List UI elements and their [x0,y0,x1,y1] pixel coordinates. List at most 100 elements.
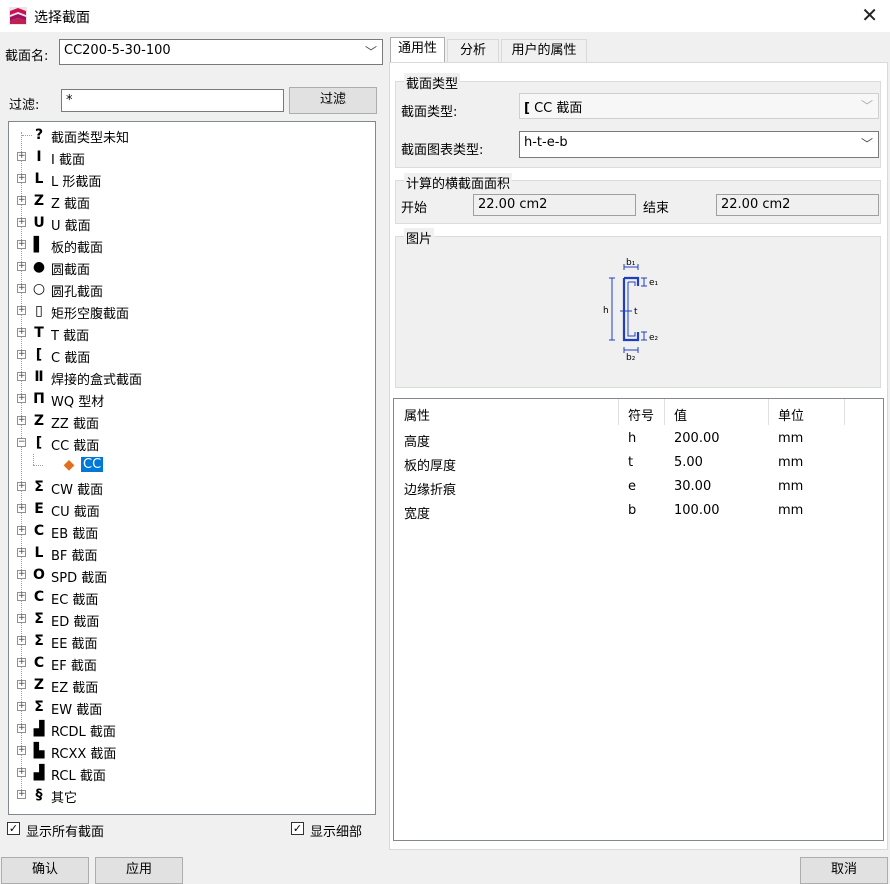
expand-icon[interactable]: + [17,636,26,645]
show-detail-label: 显示细部 [310,825,363,840]
tree-item[interactable]: + Ⅱ 焊接的盒式截面 [9,366,375,388]
tree-item[interactable]: + ● 圆截面 [9,256,375,278]
expand-icon[interactable]: + [17,284,26,293]
tree-item-label: EB 截面 [51,527,99,542]
tree-item[interactable]: + U U 截面 [9,212,375,234]
tree-item[interactable]: + ▟ RCL 截面 [9,762,375,784]
tree-item[interactable]: + Σ CW 截面 [9,476,375,498]
expand-icon[interactable]: + [17,218,26,227]
table-row[interactable]: 宽度 b 100.00 mm [394,499,883,523]
eb-section-icon: C [33,523,45,539]
expand-icon[interactable]: + [17,592,26,601]
table-row[interactable]: 边缘折痕 e 30.00 mm [394,475,883,499]
filter-button[interactable]: 过滤 [289,87,377,114]
tree-item-label: 截面类型未知 [51,131,130,146]
table-row[interactable]: 板的厚度 t 5.00 mm [394,451,883,475]
tree-item[interactable]: + C EB 截面 [9,520,375,542]
expand-icon[interactable]: + [17,768,26,777]
show-all-checkbox[interactable]: ✓ [7,822,20,835]
property-name: 宽度 [404,507,431,522]
tree-item[interactable]: + L BF 截面 [9,542,375,564]
properties-list[interactable]: 属性 符号 值 单位 高度 h 200.00 mm 板的厚度 t 5.00 mm 边缘折痕 e 30… [393,398,884,841]
expand-icon[interactable]: + [17,658,26,667]
tree-item[interactable]: + Z EZ 截面 [9,674,375,696]
expand-icon[interactable]: + [17,570,26,579]
expand-icon[interactable]: + [17,350,26,359]
tab-analysis[interactable]: 分析 [447,39,499,62]
tree-item[interactable]: + ▯ 矩形空腹截面 [9,300,375,322]
tree-item[interactable]: + C EF 截面 [9,652,375,674]
table-row[interactable]: 高度 h 200.00 mm [394,427,883,451]
expand-icon[interactable]: + [17,548,26,557]
tree-item-label: 矩形空腹截面 [51,307,130,322]
expand-icon[interactable]: + [17,482,26,491]
tree-item[interactable]: + ▙ RCXX 截面 [9,740,375,762]
section-name-value: CC200-5-30-100 [64,43,171,58]
expand-icon[interactable]: + [17,394,26,403]
section-name-combo[interactable]: CC200-5-30-100 ﹀ [59,39,383,65]
tab-user-attributes[interactable]: 用户的属性 [501,39,587,62]
collapse-icon[interactable]: − [17,438,26,447]
area-end-value: 22.00 cm2 [716,194,879,216]
tree-item[interactable]: + O SPD 截面 [9,564,375,586]
tree-item[interactable]: ? 截面类型未知 [9,124,375,146]
expand-icon[interactable]: + [17,614,26,623]
dim-h-label: h [603,306,609,316]
chart-type-combo[interactable]: h-t-e-b ﹀ [519,131,879,158]
close-icon[interactable]: ✕ [861,3,878,27]
tree-item[interactable]: + Σ ED 截面 [9,608,375,630]
tree-item[interactable]: + ▌ 板的截面 [9,234,375,256]
tree-item[interactable]: + T T 截面 [9,322,375,344]
tree-item-label: EC 截面 [51,593,99,608]
tree-item[interactable]: + L L 形截面 [9,168,375,190]
header-unit[interactable]: 单位 [778,405,804,424]
tree-item[interactable]: + Σ EW 截面 [9,696,375,718]
tree-item[interactable]: + [C 截面 [9,344,375,366]
tree-item[interactable]: −[CC 截面 [9,432,375,454]
section-tree[interactable]: ? 截面类型未知 + I I 截面 + L L 形截面 + Z Z 截面 + U U 截面 + ▌ 板的截面 + ●… [8,121,376,815]
expand-icon[interactable]: + [17,240,26,249]
expand-icon[interactable]: + [17,262,26,271]
expand-icon[interactable]: + [17,152,26,161]
tab-general[interactable]: 通用性 [390,37,445,63]
tree-item[interactable]: + C EC 截面 [9,586,375,608]
expand-icon[interactable]: + [17,174,26,183]
tree-item[interactable]: + ○ 圆孔截面 [9,278,375,300]
rcxx-section-icon: ▙ [33,743,45,759]
picture-group-title: 图片 [404,228,435,247]
expand-icon[interactable]: + [17,746,26,755]
tree-item[interactable]: + Σ EE 截面 [9,630,375,652]
expand-icon[interactable]: + [17,504,26,513]
expand-icon[interactable]: + [17,702,26,711]
expand-icon[interactable]: + [17,196,26,205]
tree-item-cc[interactable]: ◆ CC [9,454,375,476]
header-symbol[interactable]: 符号 [628,405,654,424]
expand-icon[interactable]: + [17,526,26,535]
tree-item[interactable]: + § 其它 [9,784,375,806]
cancel-button[interactable]: 取消 [800,857,888,884]
expand-icon[interactable]: + [17,680,26,689]
header-property[interactable]: 属性 [404,405,430,424]
box-section-icon: ▯ [35,303,43,319]
tree-item[interactable]: + Z Z 截面 [9,190,375,212]
tree-item[interactable]: + Π WQ 型材 [9,388,375,410]
t-section-icon: T [34,325,44,341]
expand-icon[interactable]: + [17,372,26,381]
z-section-icon: Z [33,193,45,209]
header-value[interactable]: 值 [674,405,687,424]
expand-icon[interactable]: + [17,328,26,337]
expand-icon[interactable]: + [17,306,26,315]
filter-input[interactable]: * [61,89,284,112]
ok-button[interactable]: 确认 [1,857,89,884]
tree-item[interactable]: + E CU 截面 [9,498,375,520]
show-detail-checkbox[interactable]: ✓ [291,822,304,835]
tree-item-label: CC 截面 [51,439,100,454]
expand-icon[interactable]: + [17,416,26,425]
tree-item[interactable]: + Z ZZ 截面 [9,410,375,432]
apply-button[interactable]: 应用 [95,857,183,884]
expand-icon[interactable]: + [17,790,26,799]
tree-item[interactable]: + ▟ RCDL 截面 [9,718,375,740]
property-symbol: e [628,479,636,494]
expand-icon[interactable]: + [17,724,26,733]
tree-item[interactable]: + I I 截面 [9,146,375,168]
